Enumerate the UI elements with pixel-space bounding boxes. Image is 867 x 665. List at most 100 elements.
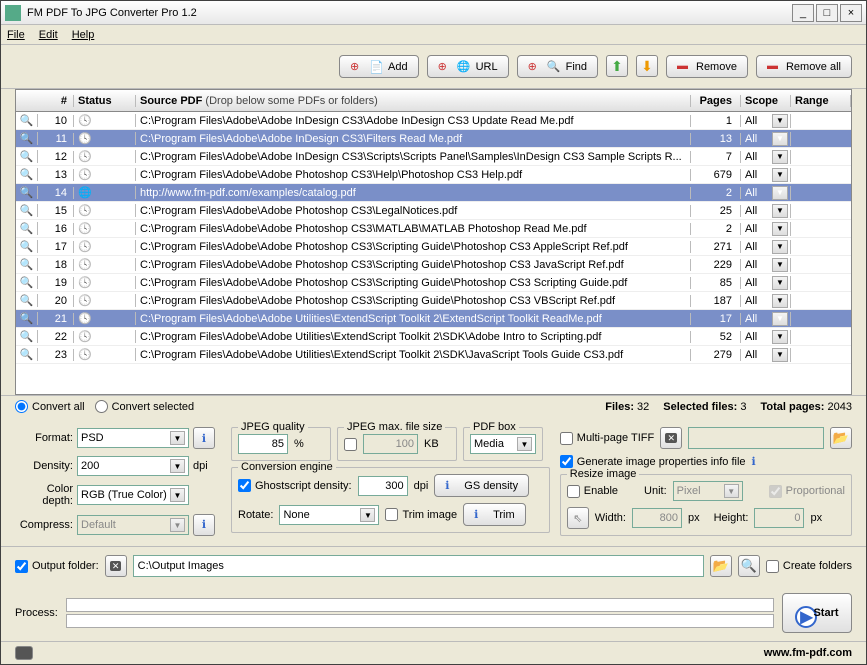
chevron-down-icon[interactable]: ▼ [772, 132, 788, 146]
move-up-button[interactable] [606, 55, 628, 77]
close-button[interactable]: × [840, 4, 862, 22]
menu-file[interactable]: File [7, 29, 25, 41]
chevron-down-icon[interactable]: ▼ [772, 150, 788, 164]
table-row[interactable]: 23C:\Program Files\Adobe\Adobe Utilities… [16, 346, 851, 364]
zoom-icon[interactable] [20, 349, 34, 361]
format-info-button[interactable] [193, 427, 215, 449]
pdfbox-combo[interactable]: Media▼ [470, 434, 536, 454]
row-scope[interactable]: All▼ [741, 132, 791, 146]
footer-icon[interactable] [15, 646, 33, 660]
remove-all-button[interactable]: Remove all [756, 55, 852, 78]
chevron-down-icon[interactable]: ▼ [772, 294, 788, 308]
row-scope[interactable]: All▼ [741, 294, 791, 308]
output-folder-check[interactable]: Output folder: [15, 560, 99, 573]
zoom-icon[interactable] [20, 313, 34, 325]
table-row[interactable]: 16C:\Program Files\Adobe\Adobe Photoshop… [16, 220, 851, 238]
row-scope[interactable]: All▼ [741, 150, 791, 164]
zoom-icon[interactable] [20, 277, 34, 289]
chevron-down-icon[interactable]: ▼ [772, 114, 788, 128]
chevron-down-icon[interactable]: ▼ [772, 258, 788, 272]
chevron-down-icon[interactable]: ▼ [772, 348, 788, 362]
chevron-down-icon[interactable]: ▼ [772, 240, 788, 254]
maximize-button[interactable]: □ [816, 4, 838, 22]
url-button[interactable]: URL [427, 55, 509, 78]
row-scope[interactable]: All▼ [741, 114, 791, 128]
row-scope[interactable]: All▼ [741, 312, 791, 326]
gen-props-check[interactable]: Generate image properties info file [560, 455, 746, 468]
zoom-icon[interactable] [20, 133, 34, 145]
table-row[interactable]: 10C:\Program Files\Adobe\Adobe InDesign … [16, 112, 851, 130]
table-row[interactable]: 21C:\Program Files\Adobe\Adobe Utilities… [16, 310, 851, 328]
row-scope[interactable]: All▼ [741, 186, 791, 200]
table-row[interactable]: 22C:\Program Files\Adobe\Adobe Utilities… [16, 328, 851, 346]
output-browse-button[interactable] [710, 555, 732, 577]
output-explore-button[interactable] [738, 555, 760, 577]
table-row[interactable]: 17C:\Program Files\Adobe\Adobe Photoshop… [16, 238, 851, 256]
gs-density-input[interactable] [358, 476, 408, 496]
row-scope[interactable]: All▼ [741, 258, 791, 272]
menu-help[interactable]: Help [72, 29, 95, 41]
gs-density-button[interactable]: GS density [434, 474, 529, 497]
multi-browse-button[interactable] [830, 427, 852, 449]
row-scope[interactable]: All▼ [741, 240, 791, 254]
minimize-button[interactable]: _ [792, 4, 814, 22]
format-combo[interactable]: PSD▼ [77, 428, 189, 448]
zoom-icon[interactable] [20, 295, 34, 307]
zoom-icon[interactable] [20, 187, 34, 199]
trim-button[interactable]: Trim [463, 503, 526, 526]
zoom-icon[interactable] [20, 169, 34, 181]
row-scope[interactable]: All▼ [741, 168, 791, 182]
menu-edit[interactable]: Edit [39, 29, 58, 41]
row-scope[interactable]: All▼ [741, 222, 791, 236]
header-num[interactable]: # [38, 95, 74, 107]
chevron-down-icon[interactable]: ▼ [772, 186, 788, 200]
find-button[interactable]: Find [517, 55, 598, 78]
header-status[interactable]: Status [74, 95, 136, 107]
jpeg-quality-input[interactable] [238, 434, 288, 454]
header-scope[interactable]: Scope [741, 95, 791, 107]
move-down-button[interactable] [636, 55, 658, 77]
row-scope[interactable]: All▼ [741, 330, 791, 344]
multi-tiff-check[interactable]: Multi-page TIFF [560, 432, 654, 445]
header-pages[interactable]: Pages [691, 95, 741, 107]
output-clear-button[interactable] [105, 555, 127, 577]
resize-enable-check[interactable]: Enable [567, 485, 618, 498]
output-field[interactable]: C:\Output Images [133, 555, 704, 577]
chevron-down-icon[interactable]: ▼ [772, 276, 788, 290]
table-row[interactable]: 11C:\Program Files\Adobe\Adobe InDesign … [16, 130, 851, 148]
jpeg-max-check[interactable] [344, 438, 357, 451]
zoom-icon[interactable] [20, 223, 34, 235]
rotate-combo[interactable]: None▼ [279, 505, 379, 525]
website-link[interactable]: www.fm-pdf.com [764, 647, 852, 659]
compress-info-button[interactable] [193, 514, 215, 536]
zoom-icon[interactable] [20, 259, 34, 271]
row-scope[interactable]: All▼ [741, 204, 791, 218]
chevron-down-icon[interactable]: ▼ [772, 222, 788, 236]
table-row[interactable]: 19C:\Program Files\Adobe\Adobe Photoshop… [16, 274, 851, 292]
row-scope[interactable]: All▼ [741, 348, 791, 362]
density-combo[interactable]: 200▼ [77, 456, 189, 476]
table-row[interactable]: 20C:\Program Files\Adobe\Adobe Photoshop… [16, 292, 851, 310]
remove-button[interactable]: Remove [666, 55, 748, 78]
chevron-down-icon[interactable]: ▼ [772, 168, 788, 182]
chevron-down-icon[interactable]: ▼ [772, 312, 788, 326]
zoom-icon[interactable] [20, 205, 34, 217]
table-row[interactable]: 13C:\Program Files\Adobe\Adobe Photoshop… [16, 166, 851, 184]
chevron-down-icon[interactable]: ▼ [772, 330, 788, 344]
gs-density-check[interactable]: Ghostscript density: [238, 479, 352, 492]
chevron-down-icon[interactable]: ▼ [772, 204, 788, 218]
start-button[interactable]: Start [782, 593, 852, 633]
zoom-icon[interactable] [20, 241, 34, 253]
trim-check[interactable]: Trim image [385, 508, 457, 521]
table-row[interactable]: 12C:\Program Files\Adobe\Adobe InDesign … [16, 148, 851, 166]
table-row[interactable]: 15C:\Program Files\Adobe\Adobe Photoshop… [16, 202, 851, 220]
add-button[interactable]: Add [339, 55, 419, 78]
header-source[interactable]: Source PDF (Drop below some PDFs or fold… [136, 95, 691, 107]
zoom-icon[interactable] [20, 331, 34, 343]
zoom-icon[interactable] [20, 115, 34, 127]
table-row[interactable]: 18C:\Program Files\Adobe\Adobe Photoshop… [16, 256, 851, 274]
convert-selected-radio[interactable]: Convert selected [95, 400, 195, 413]
depth-combo[interactable]: RGB (True Color)▼ [77, 485, 189, 505]
table-row[interactable]: 14http://www.fm-pdf.com/examples/catalog… [16, 184, 851, 202]
create-folders-check[interactable]: Create folders [766, 560, 852, 573]
